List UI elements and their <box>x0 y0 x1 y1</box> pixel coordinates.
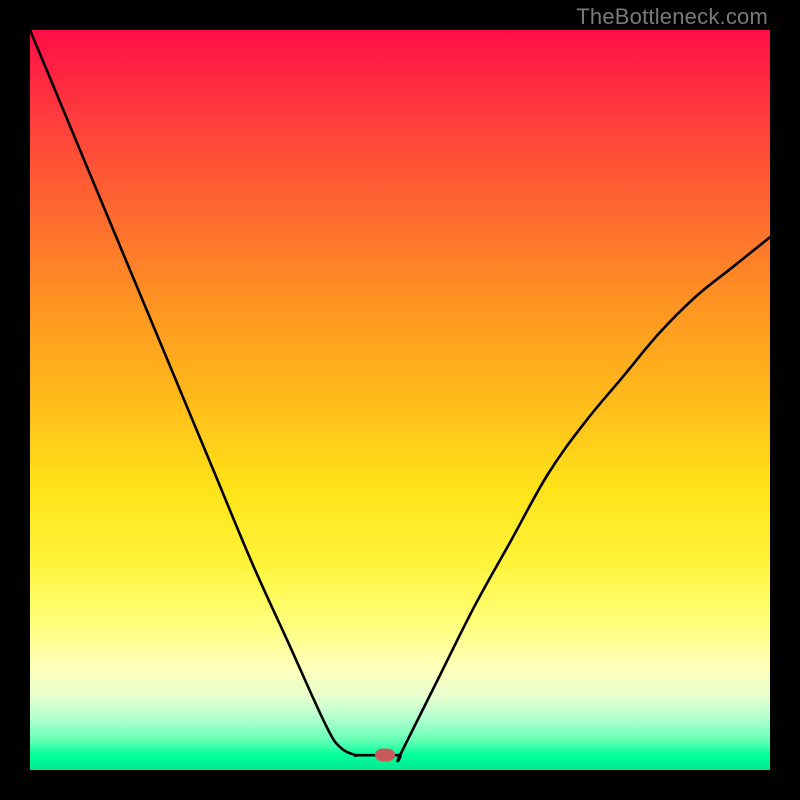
chart-frame: TheBottleneck.com <box>0 0 800 800</box>
watermark-text: TheBottleneck.com <box>576 4 768 30</box>
bottleneck-curve <box>30 30 770 770</box>
curve-path <box>30 30 770 761</box>
minimum-marker <box>375 749 395 762</box>
plot-area <box>30 30 770 770</box>
